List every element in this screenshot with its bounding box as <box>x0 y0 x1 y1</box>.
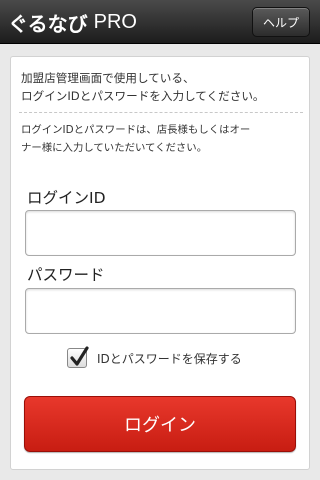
login-panel: 加盟店管理画面で使用している、 ログインIDとパスワードを入力してください。 ロ… <box>10 56 310 470</box>
login-id-label: ログインID <box>27 189 106 207</box>
note-line-2: ナー様に入力していただいてください。 <box>21 142 208 154</box>
app-header: ぐるなび PRO ヘルプ <box>0 0 320 44</box>
login-id-input[interactable] <box>25 210 296 256</box>
password-label: パスワード <box>27 266 105 284</box>
save-credentials-row[interactable]: IDとパスワードを保存する <box>67 346 242 370</box>
save-credentials-checkbox[interactable] <box>67 346 89 368</box>
note-text: ログインIDとパスワードは、店長様もしくはオー ナー様に入力していただいてくださ… <box>21 121 303 157</box>
intro-line-2: ログインIDとパスワードを入力してください。 <box>21 89 265 103</box>
intro-line-1: 加盟店管理画面で使用している、 <box>21 71 195 85</box>
login-button[interactable]: ログイン <box>24 396 296 452</box>
checkmark-icon <box>70 346 89 366</box>
note-line-1: ログインIDとパスワードは、店長様もしくはオー <box>21 124 251 136</box>
save-credentials-label: IDとパスワードを保存する <box>97 351 242 366</box>
help-button[interactable]: ヘルプ <box>252 7 310 37</box>
app-logo: ぐるなび PRO <box>8 9 137 36</box>
brand-name: ぐるなび <box>8 11 88 36</box>
divider <box>19 112 303 113</box>
product-name: PRO <box>93 10 137 33</box>
intro-text: 加盟店管理画面で使用している、 ログインIDとパスワードを入力してください。 <box>21 69 303 105</box>
password-input[interactable] <box>25 288 296 334</box>
